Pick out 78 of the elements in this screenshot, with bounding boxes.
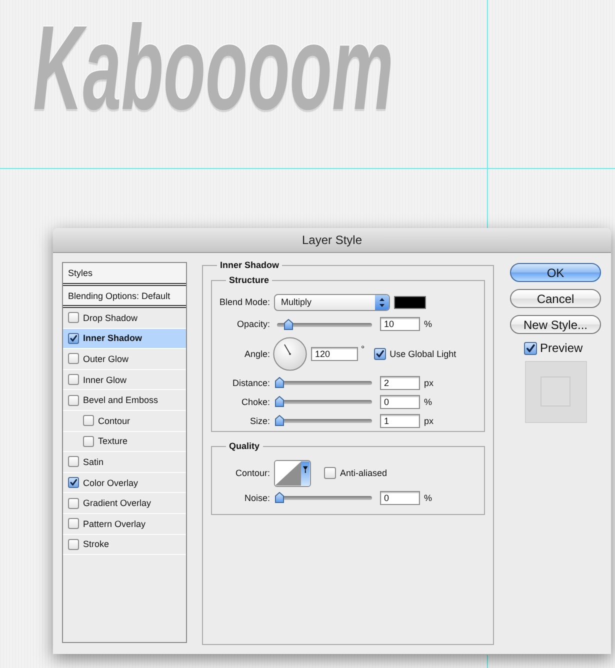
number-field[interactable]: 120 — [311, 347, 358, 361]
unit-label: % — [424, 492, 432, 502]
slider-track[interactable] — [275, 415, 372, 426]
checkbox[interactable] — [524, 342, 537, 354]
dialog-button[interactable]: Cancel — [510, 289, 601, 308]
up-down-arrows-icon — [375, 294, 389, 310]
caret-icon — [301, 460, 310, 486]
guide-line — [487, 655, 488, 668]
unit-label: px — [424, 378, 434, 388]
checkbox-label: Preview — [540, 341, 583, 355]
field-label: Contour: — [234, 468, 270, 478]
checkbox[interactable] — [68, 394, 79, 406]
style-list-item[interactable]: Outer Glow — [63, 349, 186, 370]
color-swatch[interactable] — [394, 296, 426, 308]
number-field[interactable]: 1 — [380, 414, 420, 428]
style-list-item[interactable]: Satin — [63, 452, 186, 473]
checkbox[interactable] — [68, 312, 79, 324]
checkbox-label: Use Global Light — [390, 349, 456, 359]
dialog-button[interactable]: New Style... — [510, 315, 601, 334]
checkbox[interactable] — [68, 374, 79, 386]
style-list-item[interactable]: Bevel and Emboss — [63, 390, 186, 411]
style-list-item[interactable]: Color Overlay — [63, 472, 186, 494]
style-list-item[interactable]: Texture — [63, 432, 186, 452]
field-label: Distance: — [231, 378, 270, 388]
dialog-button[interactable]: OK — [510, 263, 601, 282]
checkbox[interactable] — [374, 348, 386, 360]
style-list-item[interactable]: Gradient Overlay — [63, 493, 186, 514]
checkbox[interactable] — [68, 498, 79, 509]
artwork-text: Kaboooom — [33, 8, 394, 128]
field-label: Angle: — [243, 349, 270, 359]
checkbox[interactable] — [68, 518, 79, 530]
style-list-item[interactable]: Inner Shadow — [63, 328, 186, 350]
slider-track[interactable] — [275, 492, 372, 503]
unit-label: % — [424, 319, 432, 329]
checkbox[interactable] — [324, 467, 336, 479]
unit-label: px — [424, 416, 434, 426]
blend-mode-dropdown[interactable]: Multiply — [274, 294, 390, 310]
window-title: Layer Style — [302, 233, 362, 247]
angle-dial[interactable] — [273, 337, 307, 371]
number-field[interactable]: 0 — [380, 490, 420, 504]
slider-thumb[interactable] — [284, 318, 293, 330]
slider-thumb[interactable] — [275, 377, 284, 388]
checkbox[interactable] — [68, 332, 79, 344]
group-title: Inner Shadow — [219, 259, 280, 271]
field-label: Size: — [248, 416, 270, 426]
checkbox-label: Anti-aliased — [340, 468, 388, 478]
style-list-item[interactable]: Blending Options: Default — [63, 286, 186, 308]
group-title: Structure — [228, 274, 270, 286]
contour-picker[interactable] — [274, 460, 311, 486]
slider-thumb[interactable] — [275, 492, 284, 503]
slider-track[interactable] — [275, 396, 372, 407]
checkbox[interactable] — [68, 477, 79, 488]
unit-label: ° — [361, 344, 365, 354]
slider-track[interactable] — [275, 377, 372, 388]
checkbox[interactable] — [68, 538, 79, 550]
field-label: Choke: — [240, 396, 270, 406]
checkbox[interactable] — [83, 436, 94, 447]
checkbox[interactable] — [68, 353, 79, 364]
number-field[interactable]: 0 — [380, 394, 420, 408]
slider-thumb[interactable] — [275, 415, 284, 426]
group-title: Quality — [228, 440, 261, 452]
style-preview-drawing — [525, 361, 587, 423]
unit-label: % — [424, 396, 432, 406]
style-list-item[interactable]: Contour — [63, 410, 186, 432]
contour-curve-icon — [275, 460, 302, 486]
style-list-item[interactable]: Pattern Overlay — [63, 514, 186, 535]
slider-track[interactable] — [275, 318, 372, 330]
number-field[interactable]: 2 — [380, 376, 420, 390]
field-label: Opacity: — [236, 319, 270, 329]
field-label: Blend Mode: — [218, 297, 270, 307]
style-list-item[interactable]: Inner Glow — [63, 370, 186, 390]
checkbox[interactable] — [68, 456, 79, 468]
slider-thumb[interactable] — [275, 396, 284, 407]
style-list-item[interactable]: Stroke — [63, 534, 186, 556]
field-label: Noise: — [243, 492, 270, 502]
number-field[interactable]: 10 — [380, 317, 420, 331]
checkbox[interactable] — [83, 415, 94, 426]
list-header: Styles — [63, 263, 186, 286]
